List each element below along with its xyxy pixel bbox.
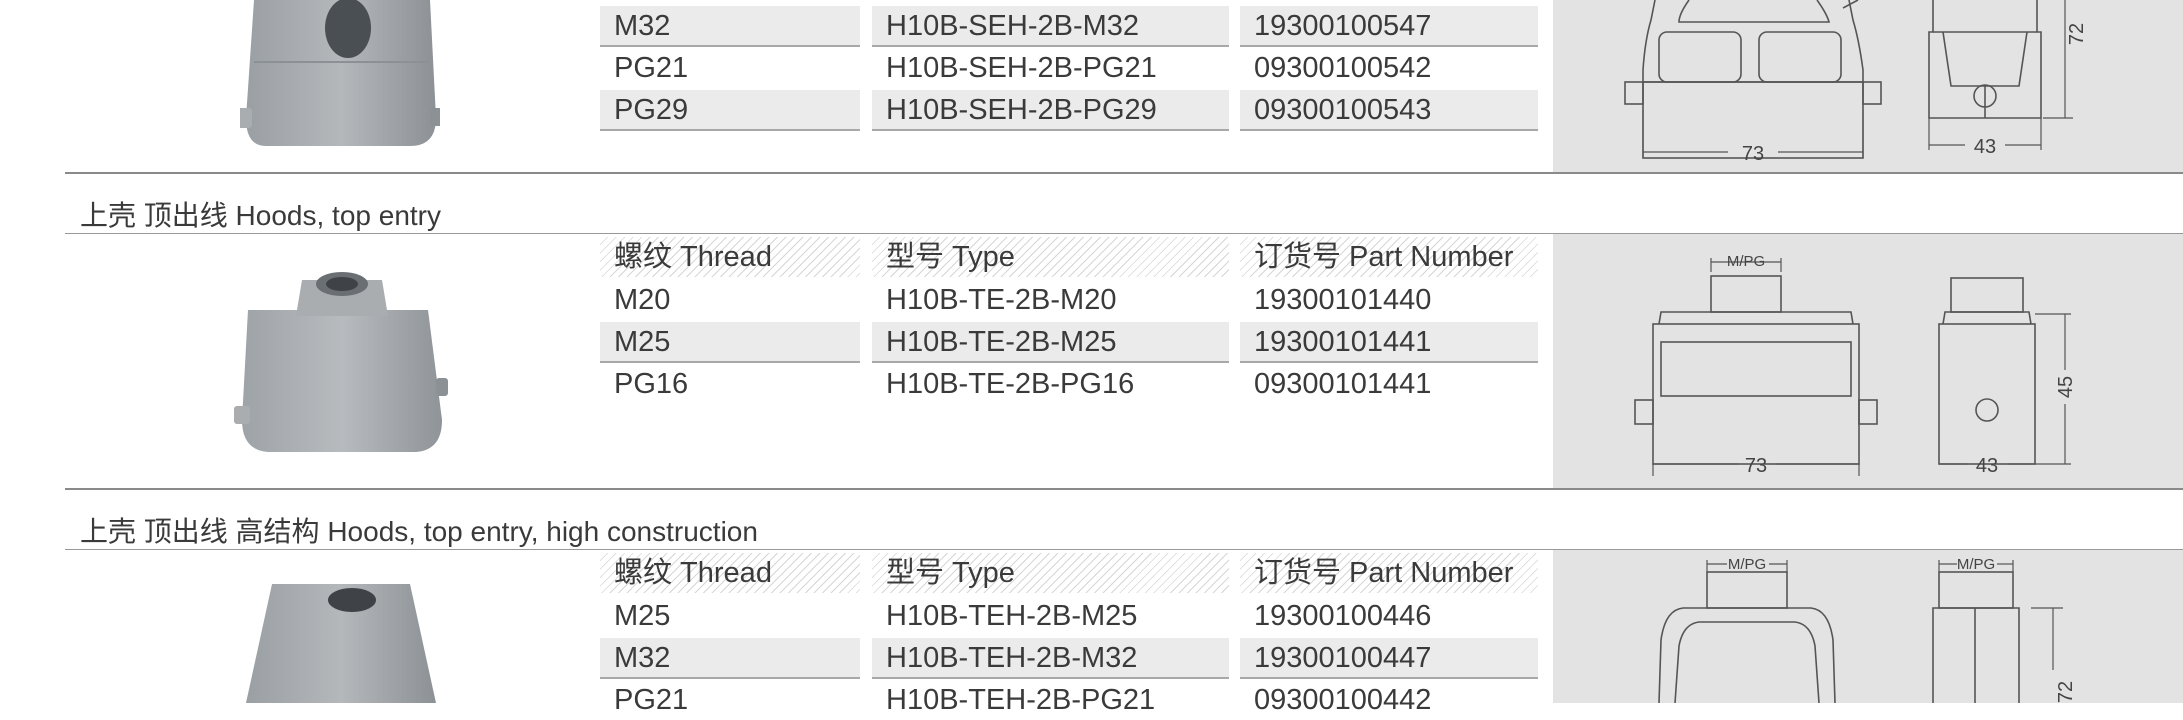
dimension-depth-label: 43 bbox=[1974, 136, 1996, 158]
table-cell-part-number: 19300100446 bbox=[1254, 600, 1432, 632]
table-cell-type: H10B-SEH-2B-M32 bbox=[872, 6, 1229, 47]
table-cell-thread: PG29 bbox=[600, 90, 860, 131]
column-header-part-number: 订货号 Part Number bbox=[1240, 553, 1538, 593]
table-cell-part-number: 19300101440 bbox=[1254, 284, 1432, 316]
table-cell-type: H10B-TEH-2B-PG21 bbox=[886, 684, 1156, 716]
table-cell-type: H10B-TE-2B-PG16 bbox=[886, 368, 1135, 400]
section-divider bbox=[65, 488, 2183, 490]
table-cell-thread: PG16 bbox=[614, 368, 689, 400]
dimension-width-label: 73 bbox=[1742, 143, 1764, 165]
column-header-type: 型号 Type bbox=[872, 237, 1229, 277]
dimension-height-label: 72 bbox=[2066, 23, 2088, 45]
column-header-thread: 螺纹 Thread bbox=[600, 237, 860, 277]
table-cell-part-number: 19300101441 bbox=[1240, 322, 1538, 363]
table-cell-part-number: 09300100543 bbox=[1240, 90, 1538, 131]
table-cell-part-number: 09300101441 bbox=[1254, 368, 1432, 400]
thread-size-label: M/PG bbox=[1957, 556, 1995, 573]
table-cell-type: H10B-TE-2B-M20 bbox=[886, 284, 1117, 316]
hood-side-entry-photo bbox=[240, 0, 440, 146]
table-cell-thread: PG21 bbox=[614, 52, 689, 84]
dimension-width-label: 73 bbox=[1745, 455, 1767, 477]
dimension-depth-label: 43 bbox=[1976, 455, 1998, 477]
table-cell-thread: M32 bbox=[600, 6, 860, 47]
hood-top-entry-high-photo bbox=[246, 584, 436, 703]
table-cell-part-number: 19300100547 bbox=[1240, 6, 1538, 47]
dimension-drawing-top-entry-high: M/PG M/PG 72 bbox=[1658, 556, 2077, 703]
column-header-part-number: 订货号 Part Number bbox=[1240, 237, 1538, 277]
section-divider bbox=[65, 172, 2183, 174]
table-cell-thread: M25 bbox=[600, 322, 860, 363]
column-header-type: 型号 Type bbox=[872, 553, 1229, 593]
dimension-height-label: 72 bbox=[2055, 681, 2077, 703]
column-header-thread: 螺纹 Thread bbox=[600, 553, 860, 593]
table-cell-thread: M25 bbox=[614, 600, 671, 632]
section-title-top-entry-high: 上壳 顶出线 高结构 Hoods, top entry, high constr… bbox=[80, 516, 758, 547]
dimension-drawing-top-entry: M/PG 73 43 45 bbox=[1634, 253, 2077, 477]
table-cell-type: H10B-SEH-2B-PG29 bbox=[872, 90, 1229, 131]
section-title-top-entry: 上壳 顶出线 Hoods, top entry bbox=[80, 200, 442, 231]
table-cell-part-number: 19300100447 bbox=[1240, 638, 1538, 679]
table-cell-type: H10B-TEH-2B-M32 bbox=[872, 638, 1229, 679]
hood-top-entry-photo bbox=[234, 272, 448, 452]
thread-size-label: M/PG bbox=[1728, 556, 1766, 573]
table-cell-thread: M20 bbox=[614, 284, 671, 316]
table-cell-type: H10B-SEH-2B-PG21 bbox=[886, 52, 1157, 84]
table-cell-part-number: 09300100442 bbox=[1254, 684, 1432, 716]
dimension-drawing-side-entry: 73 43 72 bbox=[1624, 0, 2088, 165]
table-cell-part-number: 09300100542 bbox=[1254, 52, 1432, 84]
thread-size-label: M/PG bbox=[1727, 253, 1765, 270]
table-cell-thread: M32 bbox=[600, 638, 860, 679]
table-cell-thread: PG21 bbox=[614, 684, 689, 716]
table-cell-type: H10B-TE-2B-M25 bbox=[872, 322, 1229, 363]
dimension-height-label: 45 bbox=[2055, 376, 2077, 398]
table-cell-type: H10B-TEH-2B-M25 bbox=[886, 600, 1138, 632]
